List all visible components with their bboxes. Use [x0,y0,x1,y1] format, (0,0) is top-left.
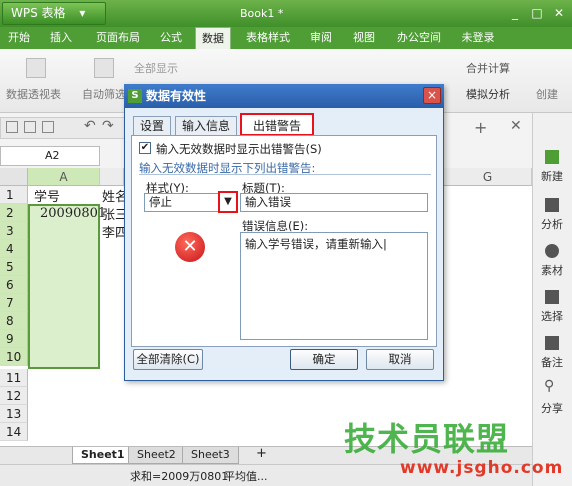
stop-error-icon: ✕ [175,232,205,262]
tab-error-alert[interactable]: 出错警告 [240,113,314,136]
pivot-table-button[interactable]: 数据透视表 [6,86,61,102]
status-average: 平均值... [224,470,268,483]
menu-login[interactable]: 未登录 [458,27,498,49]
row-header[interactable]: 6 [0,276,28,294]
chevron-down-icon[interactable]: ▼ [218,191,238,213]
select-all-corner[interactable] [0,168,28,186]
undo-icon[interactable]: ↶ [84,118,96,134]
row-header[interactable]: 2 [0,204,28,222]
what-if-button[interactable]: 模拟分析 [466,86,510,102]
row-header[interactable]: 3 [0,222,28,240]
minimize-button[interactable]: _ [505,5,525,21]
name-box[interactable]: A2 [0,146,100,166]
row-header[interactable]: 4 [0,240,28,258]
column-header-b[interactable] [100,168,124,186]
menu-insert[interactable]: 插入 [46,27,76,49]
column-header-g[interactable]: G [444,168,532,186]
row-header[interactable]: 8 [0,312,28,330]
app-menu-button[interactable]: WPS 表格 ▾ [2,2,106,25]
share-icon: ⚲ [544,378,555,394]
dialog-close-button[interactable]: × [423,87,441,104]
material-icon [545,244,559,258]
menu-view[interactable]: 视图 [349,27,379,49]
watermark-logo: 技术员联盟 [344,420,510,458]
sidebar-new[interactable]: 新建 [532,168,572,184]
create-button[interactable]: 创建 [536,86,558,102]
sidebar-material[interactable]: 素材 [532,262,572,278]
row-header[interactable]: 1 [0,186,28,204]
new-tab-icon[interactable]: + [474,118,487,137]
sidebar-share[interactable]: 分享 [532,400,572,416]
sheet-tab-2[interactable]: Sheet2 [128,447,185,464]
menu-table-style[interactable]: 表格样式 [242,27,294,49]
row-header[interactable]: 13 [0,405,28,423]
row-header[interactable]: 9 [0,330,28,348]
title-input[interactable]: 输入错误 [240,193,428,212]
row-header[interactable]: 7 [0,294,28,312]
pivot-table-icon [26,58,46,78]
row-header[interactable]: 5 [0,258,28,276]
document-title: Book1 * [240,7,284,20]
redo-icon[interactable]: ↷ [102,118,114,134]
error-message-textarea[interactable]: 输入学号错误，请重新输入| [240,232,428,340]
clear-all-button[interactable]: 全部清除(C) [133,349,203,370]
show-error-checkbox[interactable]: ✔ [139,142,151,154]
new-icon [545,150,559,164]
sidebar-select[interactable]: 选择 [532,308,572,324]
merge-calc-button[interactable]: 合并计算 [466,60,510,76]
cell-a1[interactable]: 学号 [34,186,60,205]
show-error-label: 输入无效数据时显示出错警告(S) [156,142,322,156]
menu-data[interactable]: 数据 [195,27,231,49]
close-tab-icon[interactable]: ✕ [510,118,522,134]
quick-access-toolbar [0,117,135,139]
sheet-tab-1[interactable]: Sheet1 [72,447,134,464]
app-title: WPS 表格 [11,6,66,20]
menu-home[interactable]: 开始 [4,27,34,49]
cell-a2[interactable]: 20090801 [40,206,106,221]
add-sheet-button[interactable]: + [256,446,267,461]
row-header[interactable]: 11 [0,369,28,387]
watermark-url: www.jsgho.com [400,458,564,478]
autofilter-button[interactable]: 自动筛选 [82,86,126,102]
row-header[interactable]: 10 [0,348,28,366]
cancel-button[interactable]: 取消 [366,349,434,370]
menu-office-space[interactable]: 办公空间 [392,27,446,49]
dialog-title: 数据有效性 [124,84,444,108]
divider [139,174,431,175]
sidebar-note[interactable]: 备注 [532,354,572,370]
show-all-button[interactable]: 全部显示 [134,60,178,76]
filter-icon [94,58,114,78]
dropdown-arrow-icon: ▾ [79,6,86,20]
sheet-tab-3[interactable]: Sheet3 [182,447,239,464]
analysis-icon [545,198,559,212]
tab-input-message[interactable]: 输入信息 [175,116,237,136]
new-file-icon[interactable] [6,121,18,133]
close-window-button[interactable]: ✕ [549,5,569,21]
menu-page-layout[interactable]: 页面布局 [90,27,146,49]
maximize-button[interactable]: □ [527,5,547,21]
status-sum: 求和=2009万0801 [130,470,229,483]
ok-button[interactable]: 确定 [290,349,358,370]
wps-logo-icon: S [128,89,142,103]
sidebar-analysis[interactable]: 分析 [532,216,572,232]
menu-review[interactable]: 审阅 [306,27,336,49]
note-icon [545,336,559,350]
menu-formula[interactable]: 公式 [156,27,186,49]
tab-settings[interactable]: 设置 [133,116,171,136]
selected-range [28,204,100,369]
save-icon[interactable] [42,121,54,133]
column-header-a[interactable]: A [28,168,100,186]
row-header[interactable]: 14 [0,423,28,441]
open-icon[interactable] [24,121,36,133]
select-icon [545,290,559,304]
row-header[interactable]: 12 [0,387,28,405]
